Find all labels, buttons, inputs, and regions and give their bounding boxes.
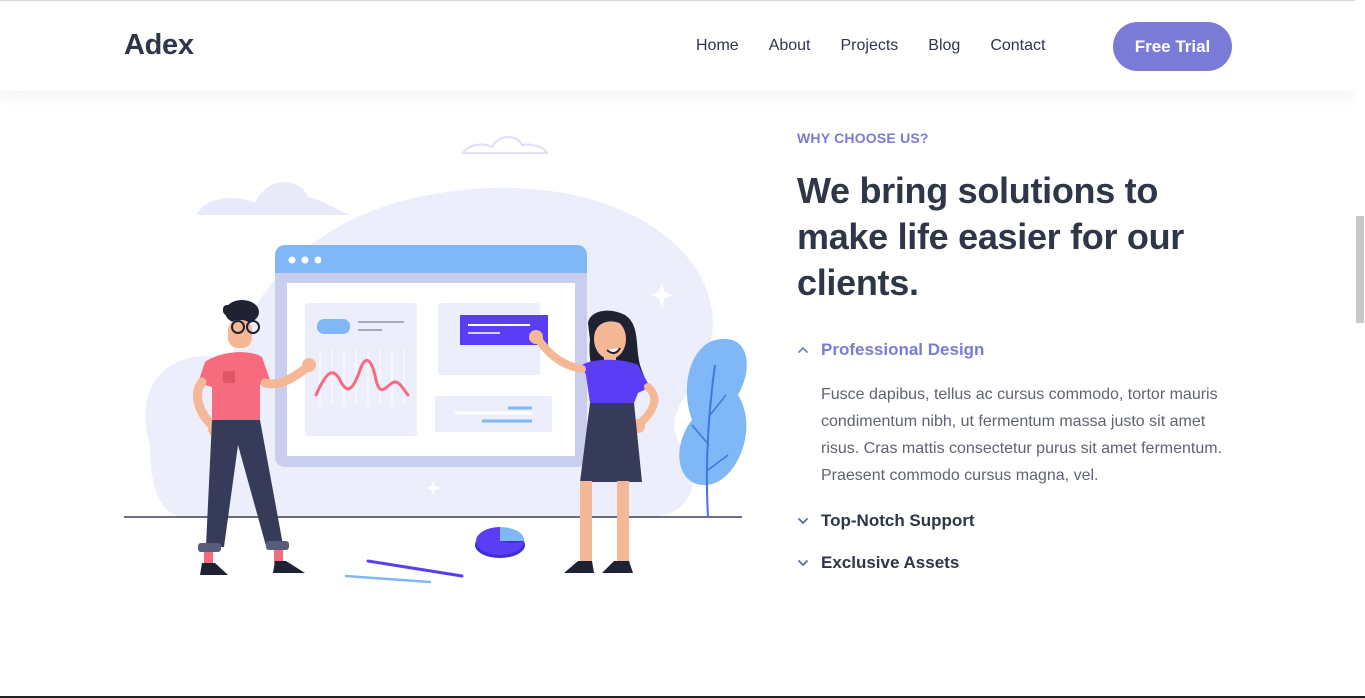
accordion-item-exclusive-assets[interactable]: Exclusive Assets (797, 553, 959, 573)
section-heading: We bring solutions to make life easier f… (797, 170, 1184, 303)
team-presentation-illustration (124, 136, 747, 584)
chevron-up-icon (798, 347, 808, 353)
nav-projects[interactable]: Projects (841, 37, 899, 55)
accordion-title: Professional Design (821, 340, 985, 359)
accordion-item-professional-design[interactable]: Professional Design (797, 340, 984, 360)
chevron-down-icon (798, 560, 808, 566)
scrollbar-track[interactable] (1355, 0, 1365, 698)
nav-blog[interactable]: Blog (928, 37, 960, 55)
nav-home[interactable]: Home (696, 37, 739, 55)
free-trial-button[interactable]: Free Trial (1113, 22, 1232, 71)
site-header: Adex Home About Projects Blog Contact Fr… (0, 1, 1355, 91)
accordion-item-top-notch-support[interactable]: Top-Notch Support (797, 511, 975, 531)
section-eyebrow: WHY CHOOSE US? (797, 130, 929, 146)
scrollbar-thumb[interactable] (1356, 216, 1364, 323)
nav-contact[interactable]: Contact (990, 37, 1045, 55)
accordion-title: Top-Notch Support (821, 511, 975, 530)
nav-about[interactable]: About (769, 37, 811, 55)
site-logo[interactable]: Adex (124, 29, 194, 62)
main-nav: Home About Projects Blog Contact (696, 37, 1075, 55)
page: Adex Home About Projects Blog Contact Fr… (0, 0, 1365, 698)
accordion-title: Exclusive Assets (821, 553, 960, 572)
accordion-body: Fusce dapibus, tellus ac cursus commodo,… (821, 386, 1223, 484)
chevron-down-icon (798, 518, 808, 524)
